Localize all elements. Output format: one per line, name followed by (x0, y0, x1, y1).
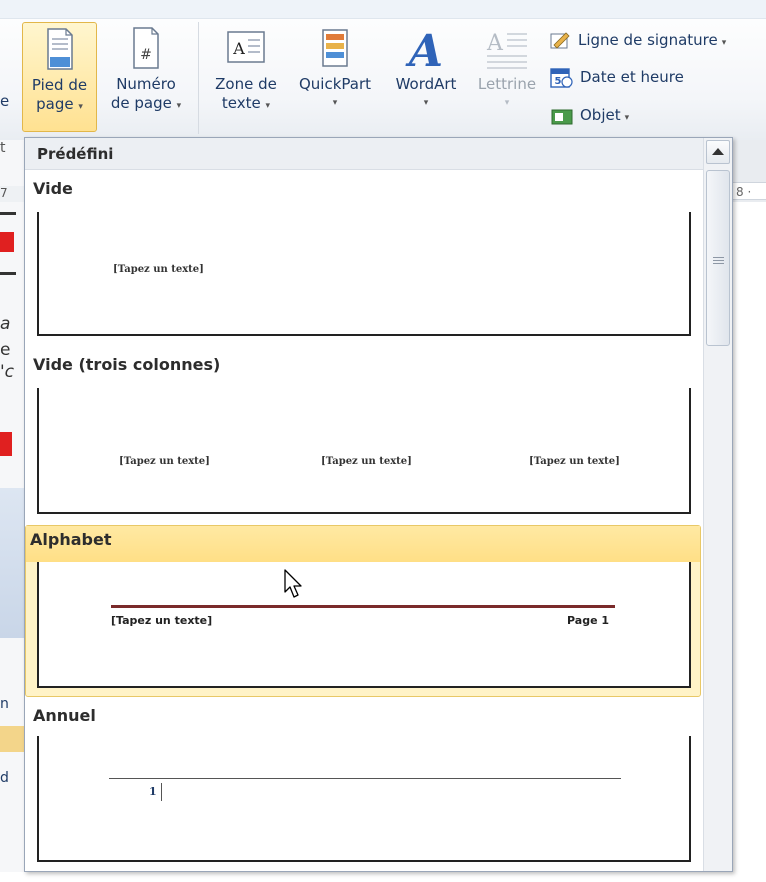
doc-edge-char: 'c (0, 362, 15, 382)
wordart-icon: A (405, 26, 443, 77)
signature-line-label: Ligne de signature (578, 31, 718, 49)
dropcap-button[interactable]: A Lettrine ▾ (471, 22, 543, 130)
object-label: Objet (580, 106, 621, 124)
quickpart-icon (322, 29, 348, 67)
horizontal-ruler: 8 · (733, 182, 766, 200)
doc-edge-mark (0, 432, 12, 456)
quickpart-button[interactable]: QuickPart ▾ (289, 22, 381, 130)
doc-edge-char: 7 (0, 186, 24, 202)
dropcap-label: Lettrine (477, 75, 537, 93)
calendar-clock-icon: 5 (550, 67, 573, 88)
doc-edge-mark (0, 232, 14, 252)
scroll-thumb[interactable] (706, 170, 730, 346)
textbox-icon: A (227, 31, 265, 63)
dropdown-arrow-icon: ▾ (265, 101, 271, 111)
doc-edge-char: t (0, 140, 6, 156)
footer-button-label-1: Pied de (31, 76, 88, 94)
placeholder-text-right: [Tapez un texte] (529, 456, 620, 467)
footer-button-label-2: page ▾ (36, 95, 83, 113)
gallery-item-alphabet[interactable]: Alphabet [Tapez un texte] Page 1 (25, 525, 701, 697)
date-time-button[interactable]: 5 Date et heure (550, 65, 684, 89)
doc-edge-char: a (0, 314, 11, 334)
selection-band (26, 526, 700, 562)
footer-rule-line (109, 778, 621, 779)
dropdown-arrow-icon: ▾ (624, 113, 630, 123)
doc-edge-mark (0, 272, 16, 275)
textbox-button[interactable]: A Zone de texte ▾ (206, 22, 286, 130)
doc-edge-mark (0, 212, 16, 215)
textbox-label-1: Zone de (215, 75, 277, 93)
svg-text:A: A (486, 31, 504, 56)
wordart-label: WordArt (395, 75, 457, 93)
signature-line-button[interactable]: Ligne de signature ▾ (550, 28, 726, 52)
document-page (733, 202, 766, 882)
svg-text:#: # (140, 47, 152, 63)
footer-button[interactable]: Pied de page ▾ (22, 22, 97, 132)
svg-text:A: A (405, 26, 443, 70)
page-number-button[interactable]: # Numéro de page ▾ (100, 22, 192, 130)
scroll-thumb-grip (713, 260, 724, 261)
footer-page-icon (46, 28, 73, 70)
doc-edge-char: n (0, 696, 9, 712)
footer-preview-trois-colonnes: [Tapez un texte] [Tapez un texte] [Tapez… (37, 388, 691, 514)
footer-divider (161, 783, 162, 801)
dropdown-arrow-icon: ▾ (504, 98, 510, 108)
dropcap-icon: A (486, 31, 527, 69)
ribbon: e Pied de page ▾ # Numéro de page ▾ A Zo… (0, 0, 766, 141)
page-number-text: 1 (149, 785, 157, 798)
doc-edge-char: d (0, 770, 9, 786)
document-left-edge: t 7 a e 'c n d (0, 140, 24, 872)
page-number-label-1: Numéro (116, 75, 176, 93)
ribbon-edge-char: e (0, 92, 10, 110)
dropdown-arrow-icon: ▾ (332, 98, 338, 108)
placeholder-text-center: [Tapez un texte] (321, 456, 412, 467)
dropdown-arrow-icon: ▾ (176, 101, 182, 111)
date-time-label: Date et heure (580, 68, 684, 86)
gallery-section-header: Prédéfini (25, 138, 703, 170)
object-button[interactable]: Objet ▾ (550, 103, 629, 127)
scroll-up-button[interactable] (706, 140, 730, 164)
doc-edge-panel (0, 488, 24, 638)
footer-rule-line (111, 605, 615, 608)
page-number-icon: # (133, 27, 159, 69)
gallery-item-title: Vide (33, 179, 73, 198)
textbox-label-2: texte ▾ (221, 94, 271, 112)
doc-edge-panel (0, 726, 24, 752)
page-number-text: Page 1 (567, 614, 610, 627)
placeholder-text: [Tapez un texte] (113, 264, 204, 275)
footer-preview-alphabet: [Tapez un texte] Page 1 (37, 562, 691, 688)
gallery-item-title: Alphabet (30, 530, 112, 549)
footer-preview-vide: [Tapez un texte] (37, 212, 691, 336)
quickpart-label: QuickPart (298, 75, 372, 93)
mouse-pointer-icon (284, 569, 302, 598)
ribbon-tab-strip (0, 0, 766, 19)
gallery-item-vide-trois-colonnes[interactable]: Vide (trois colonnes) [Tapez un texte] [… (25, 348, 701, 518)
footer-preview-annuel: 1 (37, 736, 691, 862)
gallery-item-title: Vide (trois colonnes) (33, 355, 221, 374)
gallery-item-vide[interactable]: Vide [Tapez un texte] (25, 172, 701, 340)
signature-pen-icon (550, 31, 570, 49)
dropdown-arrow-icon: ▾ (721, 38, 727, 48)
dropdown-arrow-icon: ▾ (423, 98, 429, 108)
wordart-button[interactable]: A WordArt ▾ (383, 22, 469, 130)
footer-gallery-dropdown: Prédéfini Vide [Tapez un texte] Vide (tr… (24, 137, 733, 872)
placeholder-text: [Tapez un texte] (111, 614, 213, 627)
gallery-scrollbar[interactable] (703, 138, 732, 871)
gallery-item-title: Annuel (33, 706, 96, 725)
svg-text:5: 5 (555, 76, 562, 87)
scroll-thumb-grip (713, 263, 724, 264)
placeholder-text-left: [Tapez un texte] (119, 456, 210, 467)
page-number-label-2: de page ▾ (110, 94, 182, 112)
document-right-edge: 8 · (733, 140, 766, 882)
ribbon-separator (198, 22, 199, 134)
gallery-item-annuel[interactable]: Annuel 1 (25, 700, 701, 871)
scroll-thumb-grip (713, 257, 724, 258)
doc-edge-char: e (0, 340, 11, 360)
object-icon (551, 109, 573, 124)
dropdown-arrow-icon: ▾ (78, 102, 83, 112)
scroll-up-arrow-icon (712, 148, 724, 155)
svg-text:A: A (232, 39, 245, 58)
